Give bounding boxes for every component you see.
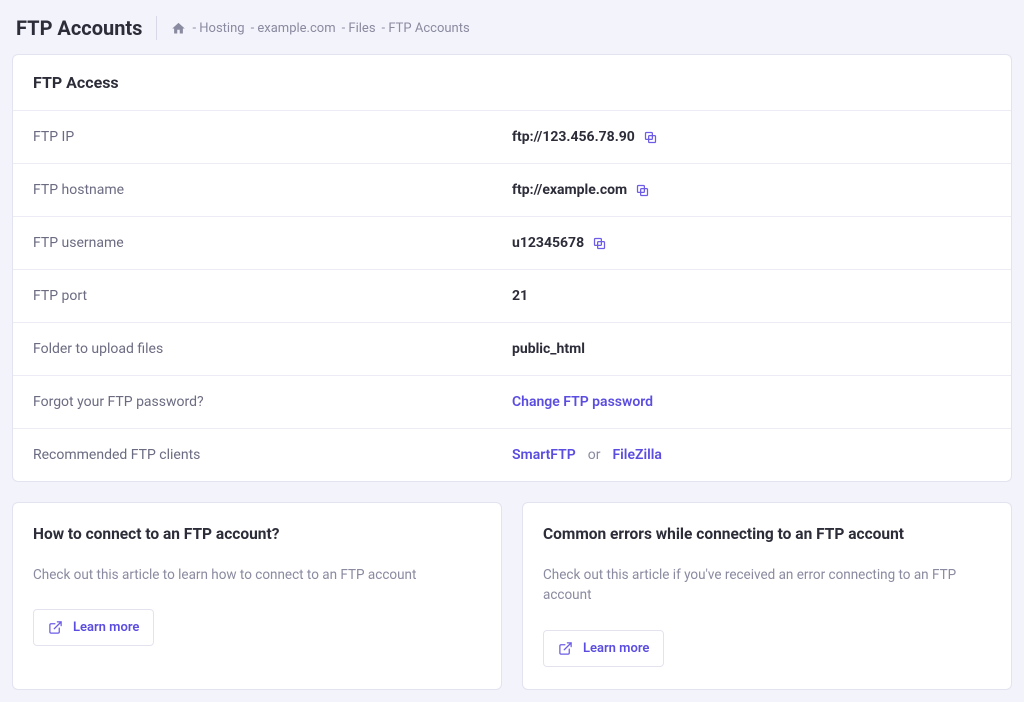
or-separator: or — [584, 447, 605, 463]
learn-more-label: Learn more — [583, 641, 649, 656]
external-link-icon — [558, 641, 573, 656]
row-value: u12345678 — [512, 235, 584, 251]
row-ftp-port: FTP port 21 — [13, 270, 1011, 323]
row-ftp-ip: FTP IP ftp://123.456.78.90 — [13, 111, 1011, 164]
learn-more-button[interactable]: Learn more — [543, 630, 664, 667]
home-icon[interactable] — [171, 21, 186, 36]
info-desc: Check out this article if you've receive… — [543, 565, 991, 606]
change-password-link[interactable]: Change FTP password — [512, 394, 653, 410]
filezilla-link[interactable]: FileZilla — [612, 447, 661, 463]
row-label: FTP username — [33, 235, 512, 251]
breadcrumb: - Hosting - example.com - Files - FTP Ac… — [157, 21, 469, 36]
learn-more-label: Learn more — [73, 620, 139, 635]
row-value: ftp://123.456.78.90 — [512, 129, 635, 145]
copy-icon[interactable] — [635, 183, 650, 198]
ftp-access-card: FTP Access FTP IP ftp://123.456.78.90 FT… — [12, 54, 1012, 482]
row-value: public_html — [512, 341, 585, 357]
row-label: Forgot your FTP password? — [33, 394, 512, 410]
info-title: Common errors while connecting to an FTP… — [543, 525, 991, 543]
row-ftp-hostname: FTP hostname ftp://example.com — [13, 164, 1011, 217]
info-card-errors: Common errors while connecting to an FTP… — [522, 502, 1012, 690]
card-title: FTP Access — [13, 55, 1011, 111]
breadcrumb-item[interactable]: - Files — [342, 21, 376, 36]
info-desc: Check out this article to learn how to c… — [33, 565, 481, 585]
smartftp-link[interactable]: SmartFTP — [512, 447, 576, 463]
copy-icon[interactable] — [643, 130, 658, 145]
info-card-connect: How to connect to an FTP account? Check … — [12, 502, 502, 690]
row-value: ftp://example.com — [512, 182, 627, 198]
row-label: FTP IP — [33, 129, 512, 145]
breadcrumb-item: - FTP Accounts — [382, 21, 470, 36]
page-title: FTP Accounts — [16, 16, 157, 40]
page-header: FTP Accounts - Hosting - example.com - F… — [12, 12, 1012, 54]
row-recommended-clients: Recommended FTP clients SmartFTP or File… — [13, 429, 1011, 481]
breadcrumb-item[interactable]: - Hosting — [192, 21, 244, 36]
row-value: 21 — [512, 288, 528, 304]
row-folder: Folder to upload files public_html — [13, 323, 1011, 376]
row-forgot-password: Forgot your FTP password? Change FTP pas… — [13, 376, 1011, 429]
row-label: Folder to upload files — [33, 341, 512, 357]
copy-icon[interactable] — [592, 236, 607, 251]
external-link-icon — [48, 620, 63, 635]
breadcrumb-item[interactable]: - example.com — [251, 21, 336, 36]
row-label: Recommended FTP clients — [33, 447, 512, 463]
row-ftp-username: FTP username u12345678 — [13, 217, 1011, 270]
row-label: FTP hostname — [33, 182, 512, 198]
info-cards-grid: How to connect to an FTP account? Check … — [12, 502, 1012, 690]
info-title: How to connect to an FTP account? — [33, 525, 481, 543]
row-label: FTP port — [33, 288, 512, 304]
learn-more-button[interactable]: Learn more — [33, 609, 154, 646]
